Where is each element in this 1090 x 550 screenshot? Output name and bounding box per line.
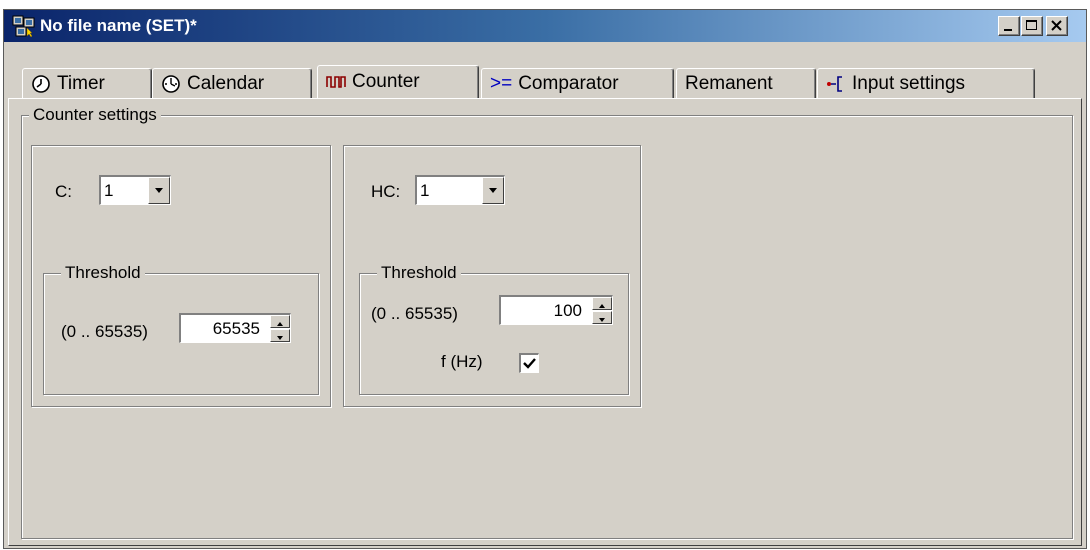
- hc-threshold-spinner[interactable]: 100: [499, 295, 613, 325]
- clock-icon: [32, 74, 50, 93]
- spin-up-icon: [277, 322, 283, 326]
- hc-range-label: (0 .. 65535): [371, 304, 458, 323]
- hc-select-label: HC:: [371, 182, 401, 201]
- maximize-icon: [1026, 20, 1037, 30]
- counter-range-label: (0 .. 65535): [61, 322, 148, 341]
- group-title: Threshold: [61, 263, 145, 283]
- frequency-label: f (Hz): [441, 352, 483, 371]
- hc-select[interactable]: 1: [415, 175, 505, 205]
- tab-strip: Timer Calendar Counter >= Comparator Rem…: [4, 42, 1086, 98]
- hc-threshold-decrement[interactable]: [592, 311, 612, 324]
- spin-up-icon: [599, 304, 605, 308]
- spin-down-icon: [277, 336, 283, 340]
- pulse-counter-icon: [326, 76, 346, 88]
- tab-timer[interactable]: Timer: [22, 68, 152, 98]
- counter-select-label: C:: [55, 182, 72, 201]
- minimize-button[interactable]: [998, 16, 1020, 36]
- group-title: Counter settings: [29, 105, 161, 125]
- tab-counter[interactable]: Counter: [317, 65, 479, 98]
- app-icon: [12, 15, 35, 37]
- counter-select[interactable]: 1: [99, 175, 171, 205]
- counter-select-dropdown[interactable]: [148, 177, 170, 204]
- group-title: Threshold: [377, 263, 461, 283]
- greater-equal-icon: >=: [490, 72, 513, 94]
- tab-label: Timer: [57, 72, 105, 94]
- counter-threshold-spinner[interactable]: 65535: [179, 313, 291, 343]
- counter-threshold-increment[interactable]: [270, 315, 290, 328]
- tab-input-settings[interactable]: Input settings: [817, 68, 1035, 98]
- chevron-down-icon: [155, 188, 163, 193]
- hc-select-value: 1: [420, 181, 430, 200]
- app-window: No file name (SET)* Timer Calendar Count…: [3, 9, 1087, 549]
- close-button[interactable]: [1046, 16, 1068, 36]
- frequency-checkbox[interactable]: [519, 353, 539, 373]
- hc-threshold-increment[interactable]: [592, 297, 612, 310]
- tab-label: Comparator: [518, 72, 619, 94]
- tab-comparator[interactable]: >= Comparator: [481, 68, 674, 98]
- chevron-down-icon: [489, 188, 497, 193]
- minimize-icon: [1004, 29, 1012, 31]
- input-branch-icon: [827, 75, 842, 92]
- hc-threshold-group: [359, 273, 629, 395]
- counter-select-value: 1: [104, 181, 114, 200]
- hc-threshold-value: 100: [553, 301, 582, 320]
- tab-label: Remanent: [685, 72, 773, 94]
- checkmark-icon: [523, 358, 536, 369]
- tab-label: Counter: [352, 71, 420, 92]
- window-title: No file name (SET)*: [40, 16, 197, 35]
- hc-select-dropdown[interactable]: [482, 177, 504, 204]
- tab-remanent[interactable]: Remanent: [676, 68, 816, 98]
- counter-threshold-value: 65535: [212, 319, 260, 338]
- counter-threshold-decrement[interactable]: [270, 329, 290, 342]
- tab-label: Calendar: [187, 72, 265, 94]
- spin-down-icon: [599, 318, 605, 322]
- tab-calendar[interactable]: Calendar: [152, 68, 312, 98]
- close-icon: [1051, 20, 1062, 31]
- calendar-clock-icon: [162, 74, 180, 93]
- tab-label: Input settings: [852, 72, 966, 94]
- maximize-button[interactable]: [1021, 16, 1043, 36]
- title-bar[interactable]: No file name (SET)*: [4, 10, 1086, 42]
- tab-panel-counter: Counter settings C: 1 Threshold (0 .. 65…: [8, 98, 1082, 546]
